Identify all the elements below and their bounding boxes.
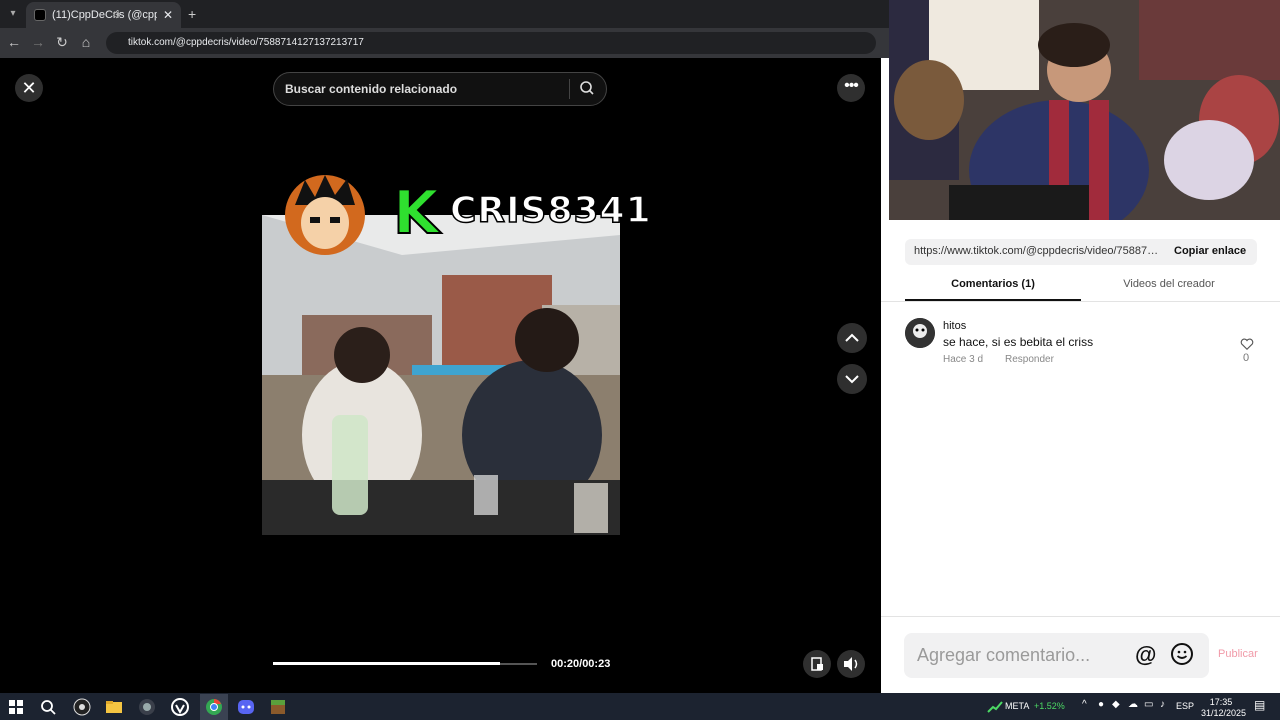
- overwatch-icon[interactable]: [170, 697, 190, 717]
- picture-in-picture-button[interactable]: [803, 650, 831, 678]
- previous-video-button[interactable]: [837, 323, 867, 353]
- pip-icon: [811, 657, 823, 671]
- mention-icon[interactable]: @: [1135, 642, 1156, 668]
- discord-icon[interactable]: [236, 697, 256, 717]
- chrome-icon[interactable]: [204, 697, 224, 717]
- more-options-button[interactable]: •••: [837, 74, 865, 102]
- tab-search-menu-icon[interactable]: ▾: [5, 6, 21, 22]
- clock-time[interactable]: 17:35: [1201, 697, 1241, 707]
- comment-placeholder: Agregar comentario...: [917, 645, 1091, 665]
- site-info-icon[interactable]: ⚙: [112, 10, 121, 21]
- stock-icon: [987, 701, 1003, 713]
- video-frame: [262, 215, 620, 535]
- volume-button[interactable]: [837, 650, 865, 678]
- location-icon[interactable]: ◆: [1112, 699, 1120, 710]
- browser-tab-title: (11)CppDeCris (@cppdecris: [52, 9, 157, 21]
- overlay-creator-name: CRIS8341: [449, 189, 652, 232]
- reload-icon[interactable]: ↻: [54, 34, 70, 51]
- video-player[interactable]: [262, 215, 620, 535]
- overlay-letter: K: [392, 177, 440, 249]
- notification-icon[interactable]: ▤: [1254, 698, 1265, 712]
- comment-like-count: 0: [1243, 352, 1250, 364]
- stock-name: META: [1005, 701, 1030, 711]
- clock-date[interactable]: 31/12/2025: [1201, 708, 1246, 718]
- stock-change: +1.52%: [1034, 701, 1065, 711]
- comment-username[interactable]: hitos: [943, 320, 966, 332]
- file-explorer-icon[interactable]: [104, 697, 124, 717]
- emoji-icon[interactable]: [1170, 642, 1194, 666]
- creator-overlay-avatar: [285, 175, 365, 255]
- speaker-icon[interactable]: ♪: [1160, 699, 1165, 710]
- comment-avatar[interactable]: [905, 318, 935, 348]
- obs-icon[interactable]: [72, 697, 92, 717]
- close-tab-icon[interactable]: ✕: [163, 8, 173, 22]
- close-button[interactable]: ✕: [15, 74, 43, 102]
- browser-tab[interactable]: (11)CppDeCris (@cppdecris ✕: [26, 2, 181, 28]
- taskbar: [0, 693, 1280, 720]
- search-icon[interactable]: [579, 80, 595, 96]
- address-bar-row: ← → ↻ ⌂ tiktok.com/@cppdecris/video/7588…: [0, 28, 889, 58]
- chevron-up-icon: [845, 333, 859, 342]
- url-field[interactable]: tiktok.com/@cppdecris/video/758871412713…: [106, 32, 876, 54]
- windows-start-icon[interactable]: [6, 697, 26, 717]
- minecraft-icon[interactable]: [268, 697, 288, 717]
- publish-button[interactable]: Publicar: [1218, 648, 1258, 660]
- close-icon: ✕: [21, 78, 37, 98]
- reply-button[interactable]: Responder: [1005, 354, 1054, 365]
- search-divider: [569, 79, 570, 99]
- volume-icon: [844, 657, 858, 671]
- microphone-icon[interactable]: ●: [1098, 699, 1104, 710]
- home-icon[interactable]: ⌂: [78, 34, 94, 50]
- back-arrow-icon[interactable]: ←: [6, 34, 22, 50]
- display-icon[interactable]: ▭: [1144, 699, 1153, 710]
- tab-comments[interactable]: Comentarios (1): [905, 278, 1081, 290]
- copy-link-button[interactable]: Copiar enlace: [1174, 245, 1246, 257]
- taskbar-search-icon[interactable]: [38, 697, 58, 717]
- tab-creator-videos[interactable]: Videos del creador: [1081, 278, 1257, 290]
- next-video-button[interactable]: [837, 364, 867, 394]
- chevron-down-icon: [845, 375, 859, 384]
- language-indicator[interactable]: ESP: [1176, 701, 1194, 711]
- tray-chevron-icon[interactable]: ^: [1082, 699, 1087, 710]
- playback-time: 00:20/00:23: [551, 658, 611, 670]
- app-icon[interactable]: [137, 697, 157, 717]
- tiktok-favicon-icon: [34, 9, 46, 21]
- cloud-icon[interactable]: ☁: [1128, 699, 1138, 710]
- share-link-url[interactable]: https://www.tiktok.com/@cppdecris/video/…: [914, 245, 1160, 257]
- progress-fill: [273, 662, 501, 665]
- composer-divider: [881, 616, 1280, 617]
- forward-arrow-icon[interactable]: →: [30, 34, 46, 50]
- comment-time: Hace 3 d: [943, 354, 984, 365]
- more-icon: •••: [844, 77, 859, 94]
- tabs-divider: [881, 301, 1280, 302]
- search-placeholder: Buscar contenido relacionado: [285, 82, 458, 96]
- comment-text: se hace, si es bebita el criss: [943, 335, 1094, 349]
- heart-icon[interactable]: [1240, 337, 1254, 351]
- webcam-overlay: [889, 0, 1280, 220]
- new-tab-button[interactable]: +: [188, 6, 196, 22]
